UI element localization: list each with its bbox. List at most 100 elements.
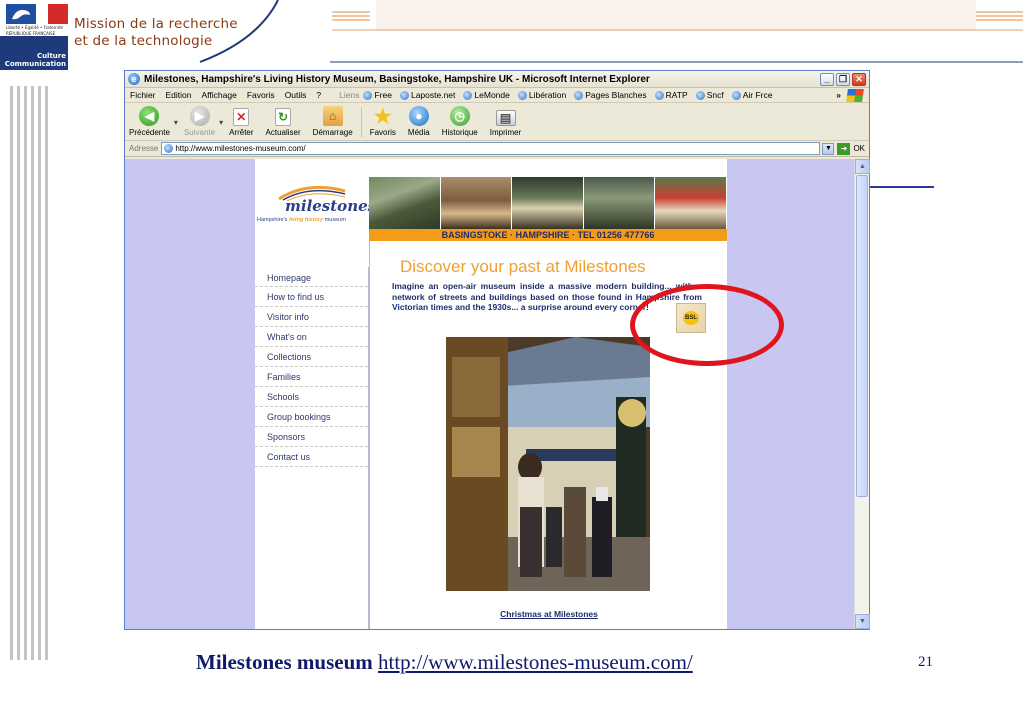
stop-button[interactable]: ✕ Arrêter bbox=[229, 108, 254, 137]
slide-number: 21 bbox=[918, 654, 933, 670]
milestones-logo[interactable]: milestones Hampshire's living history mu… bbox=[255, 177, 376, 229]
close-button[interactable]: ✕ bbox=[852, 72, 866, 86]
nav-sponsors[interactable]: Sponsors bbox=[255, 427, 368, 447]
back-dropdown-icon[interactable]: ▾ bbox=[174, 118, 178, 127]
link-page-icon bbox=[517, 90, 527, 100]
banner-photo-shop bbox=[512, 177, 584, 229]
link-page-icon bbox=[463, 90, 473, 100]
scroll-thumb[interactable] bbox=[856, 175, 868, 497]
header-banner-photos bbox=[369, 177, 727, 229]
maximize-button[interactable]: ❐ bbox=[836, 72, 850, 86]
home-button[interactable]: ⌂ Démarrage bbox=[313, 106, 353, 137]
links-chevron-icon[interactable]: » bbox=[836, 90, 841, 100]
menu-favoris[interactable]: Favoris bbox=[247, 90, 275, 100]
nav-group-bookings[interactable]: Group bookings bbox=[255, 407, 368, 427]
link-page-icon bbox=[363, 90, 373, 100]
address-input[interactable]: http://www.milestones-museum.com/ bbox=[161, 142, 821, 155]
banner-photo-workers bbox=[583, 177, 656, 229]
menu-affichage[interactable]: Affichage bbox=[202, 90, 237, 100]
mission-title-line-2: et de la technologie bbox=[74, 33, 213, 49]
logo-tagline: Hampshire's living history museum bbox=[257, 217, 346, 223]
history-button[interactable]: ◷ Historique bbox=[442, 106, 478, 137]
scroll-up-icon[interactable]: ▲ bbox=[855, 159, 870, 174]
link-page-icon bbox=[731, 90, 741, 100]
link-page-icon bbox=[695, 90, 705, 100]
nav-visitor-info[interactable]: Visitor info bbox=[255, 307, 368, 327]
mission-title: Mission de la recherche et de la technol… bbox=[74, 16, 238, 50]
nav-collections[interactable]: Collections bbox=[255, 347, 368, 367]
culture-communication-block: Culture Communication bbox=[0, 36, 68, 70]
window-title: Milestones, Hampshire's Living History M… bbox=[144, 73, 650, 85]
site-navigation: Homepage How to find us Visitor info Wha… bbox=[255, 267, 369, 629]
christmas-photo[interactable] bbox=[446, 337, 650, 591]
caption-title: Milestones museum bbox=[196, 650, 373, 674]
home-icon: ⌂ bbox=[322, 106, 343, 126]
link-page-icon bbox=[654, 90, 664, 100]
link-air-france[interactable]: Air Frce bbox=[731, 90, 772, 100]
milestones-website: milestones Hampshire's living history mu… bbox=[255, 159, 727, 629]
stop-icon: ✕ bbox=[233, 108, 250, 126]
menu-outils[interactable]: Outils bbox=[285, 90, 307, 100]
left-decoration-bars bbox=[10, 86, 48, 660]
star-icon: ★ bbox=[373, 105, 392, 128]
menu-fichier[interactable]: Fichier bbox=[130, 90, 156, 100]
caption-link[interactable]: http://www.milestones-museum.com/ bbox=[378, 650, 693, 674]
photo-caption-link[interactable]: Christmas at Milestones bbox=[370, 609, 728, 619]
go-arrow-icon[interactable]: ➜ bbox=[837, 142, 851, 155]
banner-photo-band bbox=[440, 177, 513, 229]
communication-line: Communication bbox=[4, 60, 66, 68]
menu-bar: Fichier Edition Affichage Favoris Outils… bbox=[125, 88, 869, 103]
red-annotation-circle bbox=[630, 284, 784, 366]
nav-how-to-find-us[interactable]: How to find us bbox=[255, 287, 368, 307]
forward-button[interactable]: ▶ Suivante bbox=[184, 106, 215, 137]
banner-photo-cafe bbox=[655, 177, 727, 229]
mission-title-line-1: Mission de la recherche bbox=[74, 16, 238, 32]
menu-edition[interactable]: Edition bbox=[166, 90, 192, 100]
go-button[interactable]: OK bbox=[853, 144, 865, 153]
nav-contact-us[interactable]: Contact us bbox=[255, 447, 368, 467]
address-label: Adresse bbox=[129, 144, 159, 153]
minimize-button[interactable]: _ bbox=[820, 72, 834, 86]
back-arrow-icon: ◀ bbox=[139, 106, 160, 126]
scroll-down-icon[interactable]: ▼ bbox=[855, 614, 870, 629]
logo-name: milestones bbox=[285, 197, 377, 215]
nav-families[interactable]: Families bbox=[255, 367, 368, 387]
forward-dropdown-icon[interactable]: ▾ bbox=[219, 118, 223, 127]
toolbar-separator bbox=[360, 107, 362, 137]
link-liberation[interactable]: Libération bbox=[517, 90, 566, 100]
link-pages-blanches[interactable]: Pages Blanches bbox=[574, 90, 647, 100]
slide-caption: Milestones museum http://www.milestones-… bbox=[196, 650, 693, 675]
print-button[interactable]: ▤ Imprimer bbox=[490, 110, 521, 137]
refresh-button[interactable]: ↻ Actualiser bbox=[266, 108, 301, 137]
nav-homepage[interactable]: Homepage bbox=[255, 267, 368, 287]
back-button[interactable]: ◀ Précédente bbox=[129, 106, 170, 137]
contact-strip: BASINGSTOKE · HAMPSHIRE · TEL 01256 4777… bbox=[369, 229, 727, 241]
page-headline: Discover your past at Milestones bbox=[400, 257, 646, 276]
marianne-icon bbox=[12, 9, 30, 20]
annotation-underline bbox=[870, 186, 934, 188]
links-label: Liens bbox=[339, 90, 360, 100]
windows-logo-icon bbox=[846, 88, 864, 102]
favorites-button[interactable]: ★ Favoris bbox=[370, 105, 396, 138]
address-value: http://www.milestones-museum.com/ bbox=[175, 144, 306, 153]
link-free[interactable]: Free bbox=[363, 90, 392, 100]
forward-arrow-icon: ▶ bbox=[189, 106, 210, 126]
toolbar: ◀ Précédente ▾ ▶ Suivante ▾ ✕ Arrêter ↻ … bbox=[125, 103, 869, 141]
history-clock-icon: ◷ bbox=[449, 106, 470, 126]
nav-whats-on[interactable]: What's on bbox=[255, 327, 368, 347]
link-ratp[interactable]: RATP bbox=[654, 90, 688, 100]
vertical-scrollbar[interactable]: ▲ ▼ bbox=[854, 159, 870, 629]
title-bar: e Milestones, Hampshire's Living History… bbox=[125, 71, 869, 88]
link-lemonde[interactable]: LeMonde bbox=[463, 90, 510, 100]
ie-icon: e bbox=[128, 73, 140, 85]
printer-icon: ▤ bbox=[495, 110, 516, 126]
link-sncf[interactable]: Sncf bbox=[695, 90, 724, 100]
rf-motto: Liberté • Égalité • Fraternité bbox=[6, 25, 63, 30]
media-button[interactable]: ● Média bbox=[408, 106, 430, 137]
media-globe-icon: ● bbox=[408, 106, 429, 126]
address-dropdown-icon[interactable]: ▼ bbox=[822, 142, 835, 155]
menu-help[interactable]: ? bbox=[316, 90, 321, 100]
nav-schools[interactable]: Schools bbox=[255, 387, 368, 407]
link-laposte[interactable]: Laposte.net bbox=[399, 90, 455, 100]
link-page-icon bbox=[574, 90, 584, 100]
